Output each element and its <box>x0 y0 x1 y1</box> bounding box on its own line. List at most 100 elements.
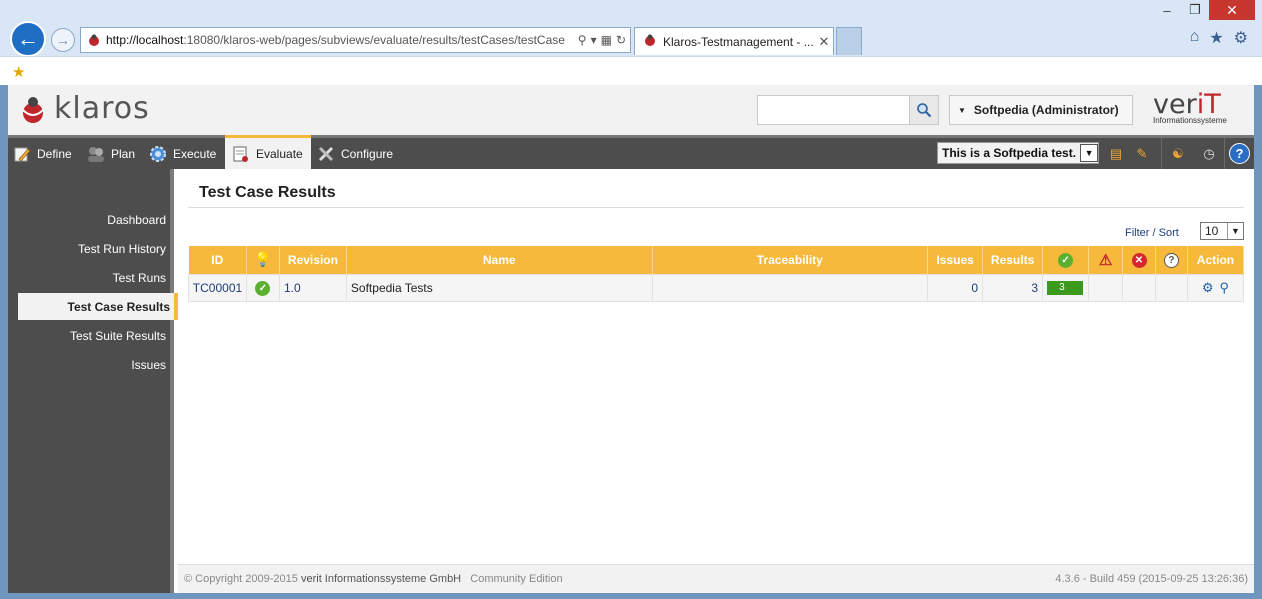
gear-icon[interactable]: ⚙ <box>1234 28 1248 48</box>
caret-down-icon: ▼ <box>958 105 966 115</box>
gear-icon[interactable]: ⚙ <box>1202 280 1214 295</box>
copyright-text: © Copyright 2009-2015 <box>184 573 298 585</box>
restore-button[interactable]: ❐ <box>1181 0 1209 20</box>
name-cell: Softpedia Tests <box>345 273 653 302</box>
sidebar: Dashboard Test Run History Test Runs Tes… <box>8 169 178 593</box>
address-url[interactable]: http://localhost:18080/klaros-web/pages/… <box>106 33 578 47</box>
edit-icon[interactable]: ✎ <box>1133 145 1151 163</box>
main-content: Test Case Results Filter / Sort 10 ▼ ID … <box>178 169 1254 564</box>
failed-cell <box>1088 273 1124 302</box>
passed-bar-cell: 3 <box>1042 273 1090 302</box>
pencil-icon <box>12 144 32 164</box>
forward-button[interactable]: → <box>51 28 75 52</box>
klaros-favicon-icon <box>643 33 657 50</box>
minimize-button[interactable]: – <box>1153 0 1181 20</box>
refresh-icon[interactable]: ↻ <box>616 33 626 47</box>
sidebar-item-test-runs[interactable]: Test Runs <box>14 264 170 291</box>
page-title: Test Case Results <box>199 184 336 201</box>
browser-toolbar: – ❐ ✕ ← → http://localhost:18080/klaros-… <box>0 0 1262 57</box>
results-count-link[interactable]: 3 <box>982 273 1044 302</box>
test-case-id-link[interactable]: TC00001 <box>188 273 247 302</box>
menu-evaluate[interactable]: Evaluate <box>225 135 311 169</box>
search-button[interactable] <box>909 95 939 125</box>
project-select[interactable]: This is a Softpedia test. ▼ <box>937 142 1100 164</box>
col-passed: ✓ <box>1042 246 1090 274</box>
edition-text: Community Edition <box>470 573 563 585</box>
skipped-cell <box>1154 273 1188 302</box>
divider <box>188 207 1244 208</box>
search-icon[interactable]: ⚲ <box>578 33 587 47</box>
col-revision[interactable]: Revision <box>279 246 347 274</box>
warning-icon: ⚠ <box>1098 251 1113 269</box>
verit-logo: veriT Informationssysteme <box>1153 89 1227 125</box>
col-action: Action <box>1187 246 1245 274</box>
sidebar-item-test-run-history[interactable]: Test Run History <box>14 235 170 262</box>
clock-document-icon[interactable]: ◷ <box>1200 145 1218 163</box>
klaros-app: klaros ▼ Softpedia (Administrator) veriT… <box>8 85 1254 593</box>
user-label: Softpedia (Administrator) <box>973 103 1119 117</box>
revision-link[interactable]: 1.0 <box>278 273 347 302</box>
action-cell: ⚙ ⚲ <box>1186 273 1245 302</box>
table-row: TC00001 ✓ 1.0 Softpedia Tests 0 3 3 ⚙ ⚲ <box>188 273 1245 302</box>
address-bar[interactable]: http://localhost:18080/klaros-web/pages/… <box>80 27 631 53</box>
archive-icon[interactable]: ▤ <box>1107 145 1125 163</box>
user-settings-icon[interactable]: ☯ <box>1169 145 1187 163</box>
col-id[interactable]: ID <box>188 246 247 274</box>
close-window-button[interactable]: ✕ <box>1209 0 1255 20</box>
sidebar-item-dashboard[interactable]: Dashboard <box>14 206 170 233</box>
tools-icon <box>316 144 336 164</box>
search-icon <box>917 103 932 118</box>
help-icon[interactable]: ? <box>1229 143 1250 164</box>
chevron-down-icon: ▼ <box>1080 144 1099 162</box>
compat-view-icon[interactable]: ▦ <box>601 33 612 47</box>
status-cell: ✓ <box>245 273 280 302</box>
sidebar-item-test-case-results[interactable]: Test Case Results <box>18 293 178 320</box>
dropdown-icon[interactable]: ▾ <box>591 33 597 47</box>
results-table: ID 💡 Revision Name Traceability Issues R… <box>188 246 1245 302</box>
col-bulb: 💡 <box>246 246 280 274</box>
table-header-row: ID 💡 Revision Name Traceability Issues R… <box>188 246 1245 274</box>
check-circle-icon: ✓ <box>1058 252 1074 268</box>
menu-plan[interactable]: Plan <box>86 138 135 169</box>
issues-count-link[interactable]: 0 <box>927 273 984 302</box>
people-icon <box>86 144 106 164</box>
klaros-logo[interactable]: klaros <box>18 91 150 126</box>
browser-tab[interactable]: Klaros-Testmanagement - ... ✕ <box>634 27 834 55</box>
tab-close-icon[interactable]: ✕ <box>815 34 833 50</box>
col-results[interactable]: Results <box>982 246 1044 274</box>
col-error: ✕ <box>1122 246 1156 274</box>
tab-title: Klaros-Testmanagement - ... <box>663 34 814 49</box>
app-header: klaros ▼ Softpedia (Administrator) veriT… <box>8 85 1254 135</box>
project-label: This is a Softpedia test. <box>942 146 1077 160</box>
search-input[interactable] <box>757 95 910 125</box>
favorites-bar: ★ <box>0 56 1262 85</box>
favorites-icon[interactable]: ★ <box>1209 28 1223 48</box>
filter-sort-link[interactable]: Filter / Sort <box>1125 227 1179 239</box>
error-circle-icon: ✕ <box>1131 252 1147 268</box>
klaros-logo-icon <box>22 96 44 123</box>
menu-define[interactable]: Define <box>12 138 72 169</box>
home-icon[interactable]: ⌂ <box>1190 28 1200 48</box>
add-favorite-icon[interactable]: ★ <box>12 63 25 81</box>
question-circle-icon: ? <box>1163 252 1179 268</box>
report-icon <box>231 144 251 164</box>
col-skipped: ? <box>1155 246 1188 274</box>
logo-text: klaros <box>54 91 150 126</box>
menu-execute[interactable]: Execute <box>148 138 216 169</box>
col-traceability[interactable]: Traceability <box>652 246 929 274</box>
sidebar-item-test-suite-results[interactable]: Test Suite Results <box>14 322 170 349</box>
col-failed: ⚠ <box>1088 246 1124 274</box>
col-name[interactable]: Name <box>346 246 653 274</box>
menu-configure[interactable]: Configure <box>316 138 393 169</box>
klaros-favicon-icon <box>87 33 101 47</box>
footer: © Copyright 2009-2015 verit Informations… <box>178 564 1254 593</box>
error-cell <box>1122 273 1156 302</box>
sidebar-item-issues[interactable]: Issues <box>14 351 170 378</box>
user-menu-button[interactable]: ▼ Softpedia (Administrator) <box>949 95 1133 125</box>
back-button[interactable]: ← <box>10 21 46 57</box>
magnifier-icon[interactable]: ⚲ <box>1220 280 1230 295</box>
col-issues[interactable]: Issues <box>927 246 984 274</box>
main-menu: Define Plan Execute Evaluate Configure T… <box>8 135 1254 169</box>
new-tab-button[interactable] <box>836 27 862 55</box>
page-size-select[interactable]: 10 ▼ <box>1200 222 1244 240</box>
